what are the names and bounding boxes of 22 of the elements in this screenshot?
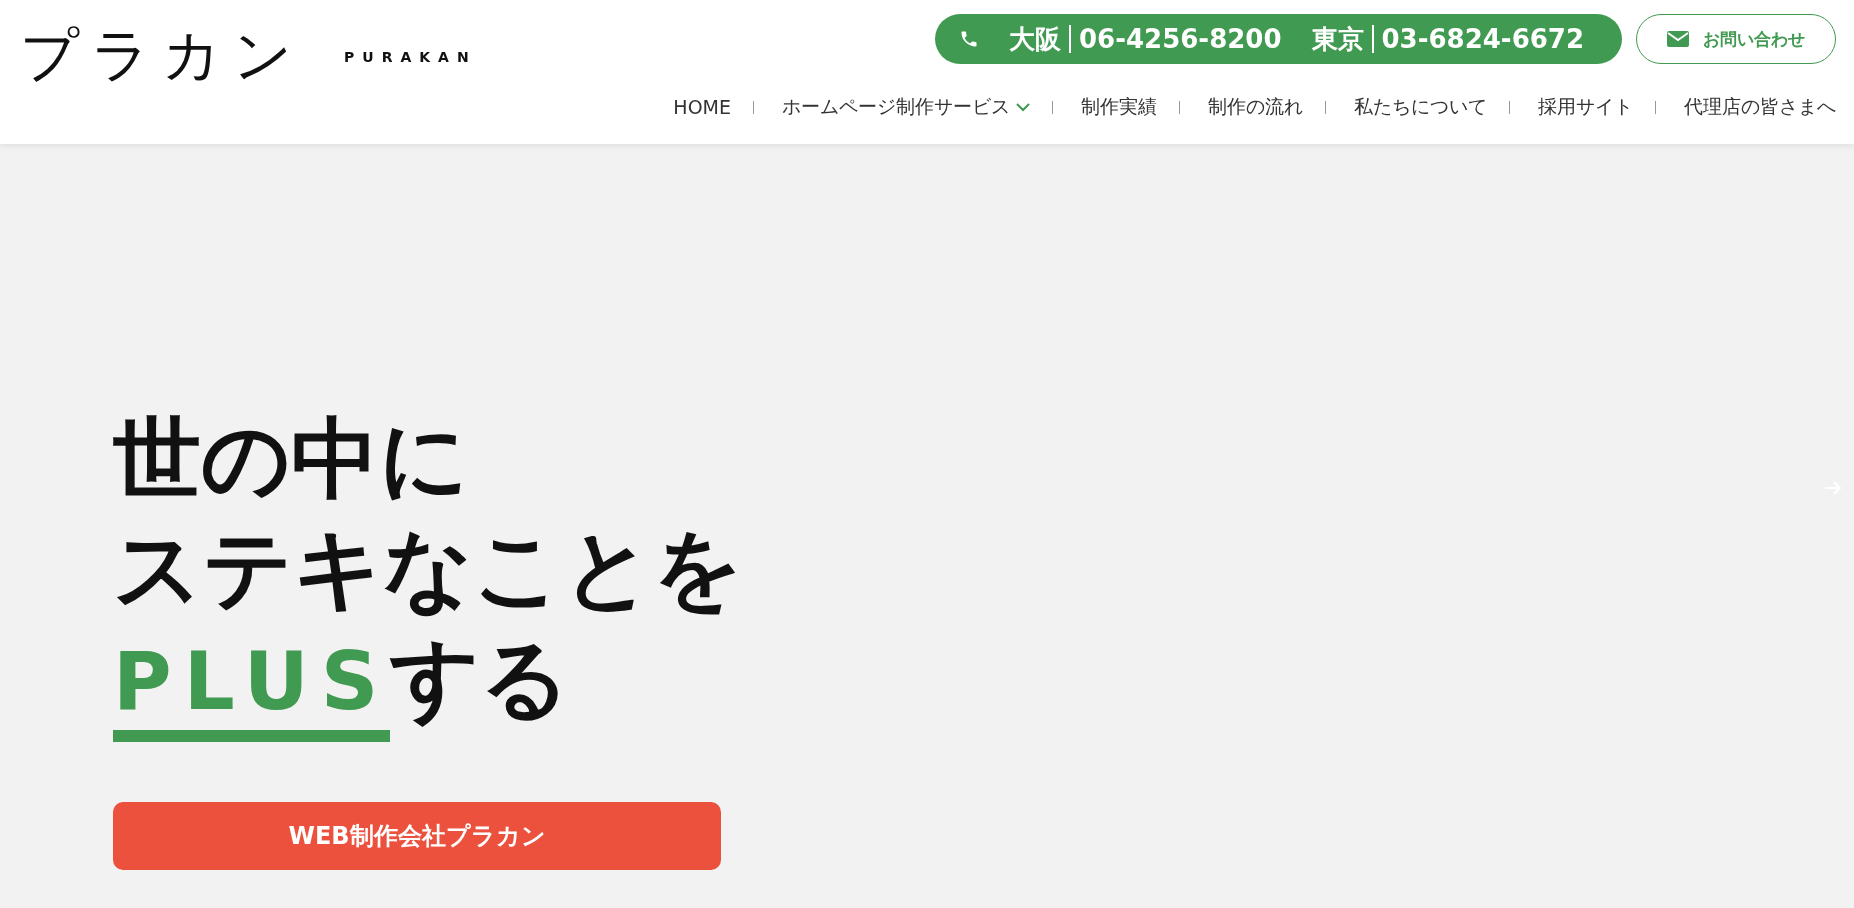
highlight-word: PLUS bbox=[113, 634, 391, 742]
logo-wordmark: PURAKAN bbox=[344, 48, 477, 65]
mail-icon bbox=[1667, 31, 1689, 47]
nav-link[interactable]: 私たちについて bbox=[1325, 94, 1487, 120]
phone-number[interactable]: 03-6824-6672 bbox=[1381, 24, 1584, 54]
nav-link[interactable]: ホームページ制作サービス bbox=[753, 94, 1030, 120]
phone-number[interactable]: 06-4256-8200 bbox=[1079, 24, 1282, 54]
cta-button[interactable]: WEB制作会社プラカン bbox=[113, 802, 721, 870]
hero-heading-line: 世の中に bbox=[113, 406, 469, 512]
logo-mark[interactable]: プラカン bbox=[20, 26, 304, 84]
nav-link[interactable]: 制作の流れ bbox=[1179, 94, 1303, 120]
hero-heading-line: ステキなことを bbox=[113, 516, 743, 622]
city-label: 大阪 bbox=[1009, 22, 1061, 56]
hero-heading-suffix: する bbox=[390, 627, 571, 730]
nav-link[interactable]: 制作実績 bbox=[1052, 94, 1157, 120]
nav-link[interactable]: 採用サイト bbox=[1509, 94, 1633, 120]
nav-link[interactable]: HOME bbox=[673, 96, 731, 118]
contact-button[interactable]: お問い合わせ bbox=[1636, 14, 1836, 64]
phone-icon bbox=[959, 29, 979, 49]
chevron-down-icon bbox=[1016, 102, 1030, 112]
city-label: 東京 bbox=[1311, 22, 1364, 56]
nav-link[interactable]: 代理店の皆さまへ bbox=[1655, 94, 1836, 120]
